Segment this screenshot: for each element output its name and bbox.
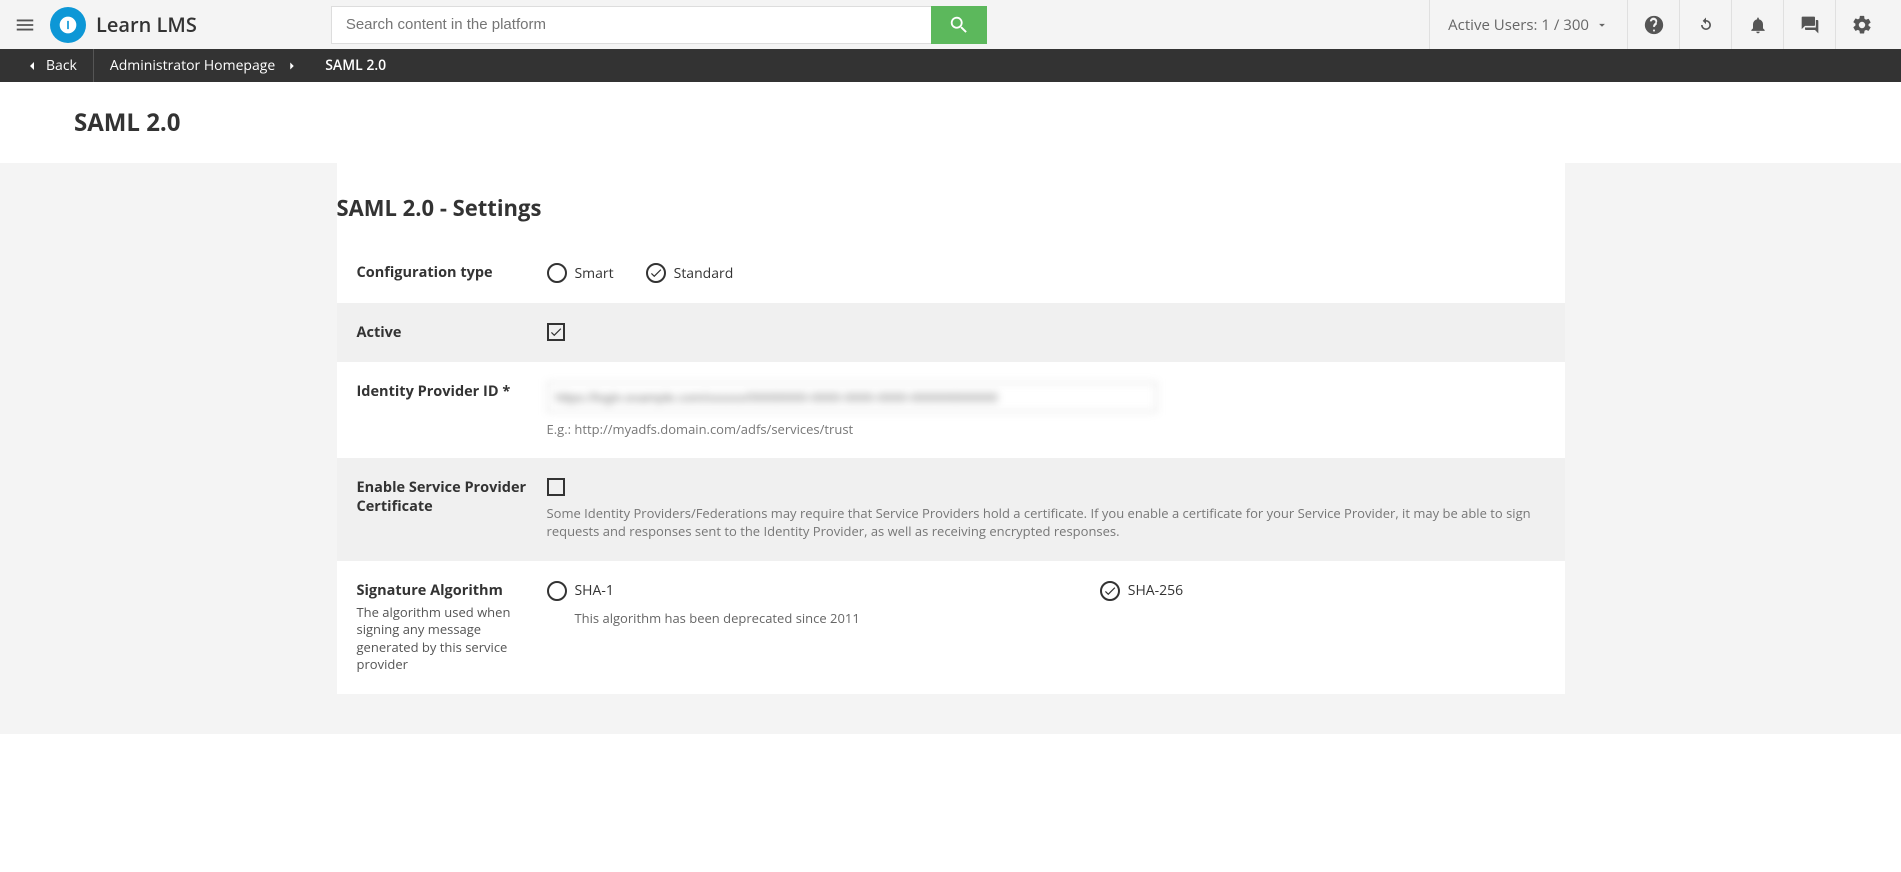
- radio-smart[interactable]: Smart: [547, 263, 614, 283]
- gear-icon[interactable]: [1835, 0, 1887, 49]
- radio-sha1-label: SHA-1: [575, 581, 614, 600]
- chevron-right-icon: [285, 59, 299, 73]
- row-sp-cert: Enable Service Provider Certificate Some…: [337, 458, 1565, 560]
- radio-sha256-label: SHA-256: [1128, 581, 1183, 600]
- sig-algo-help: The algorithm used when signing any mess…: [357, 604, 547, 674]
- radio-icon-checked: [1100, 581, 1120, 601]
- active-users-label: Active Users: 1 / 300: [1448, 15, 1589, 35]
- row-config-type: Configuration type Smart Standard: [337, 243, 1565, 303]
- main-content: SAML 2.0 - Settings Configuration type S…: [0, 163, 1901, 734]
- config-type-label: Configuration type: [357, 263, 547, 282]
- radio-standard-label: Standard: [674, 264, 734, 283]
- row-idp-id: Identity Provider ID * E.g.: http://myad…: [337, 362, 1565, 458]
- row-active: Active: [337, 303, 1565, 362]
- check-icon: [549, 325, 563, 339]
- breadcrumb: Back Administrator Homepage SAML 2.0: [0, 49, 1901, 82]
- sha1-deprecated-note: This algorithm has been deprecated since…: [575, 609, 860, 627]
- radio-icon-unchecked: [547, 263, 567, 283]
- search: [331, 6, 987, 44]
- menu-icon[interactable]: [14, 14, 36, 36]
- back-button[interactable]: Back: [24, 49, 94, 82]
- search-button[interactable]: [931, 6, 987, 44]
- idp-id-label: Identity Provider ID *: [357, 382, 547, 401]
- idp-id-example: E.g.: http://myadfs.domain.com/adfs/serv…: [547, 420, 1545, 438]
- logo[interactable]: Learn LMS: [50, 7, 197, 43]
- logo-text: Learn LMS: [96, 11, 197, 38]
- refresh-icon[interactable]: [1679, 0, 1731, 49]
- header-right: Active Users: 1 / 300: [1429, 0, 1887, 49]
- notifications-icon[interactable]: [1731, 0, 1783, 49]
- settings-panel: SAML 2.0 - Settings Configuration type S…: [337, 163, 1565, 694]
- page-title-bar: SAML 2.0: [0, 82, 1901, 163]
- active-label: Active: [357, 323, 547, 342]
- page-title: SAML 2.0: [74, 106, 1901, 139]
- logo-icon: [50, 7, 86, 43]
- search-input[interactable]: [331, 6, 931, 44]
- row-sig-algo: Signature Algorithm The algorithm used w…: [337, 561, 1565, 694]
- chevron-left-icon: [24, 58, 40, 74]
- radio-icon-unchecked: [547, 581, 567, 601]
- radio-smart-label: Smart: [575, 264, 614, 283]
- sp-cert-help: Some Identity Providers/Federations may …: [547, 504, 1545, 540]
- top-header: Learn LMS Active Users: 1 / 300: [0, 0, 1901, 49]
- sp-cert-label: Enable Service Provider Certificate: [357, 478, 547, 516]
- search-icon: [948, 14, 970, 36]
- breadcrumb-current: SAML 2.0: [325, 56, 386, 75]
- section-title: SAML 2.0 - Settings: [337, 163, 1565, 243]
- radio-icon-checked: [646, 263, 666, 283]
- chat-icon[interactable]: [1783, 0, 1835, 49]
- active-users-dropdown[interactable]: Active Users: 1 / 300: [1429, 0, 1627, 49]
- active-checkbox[interactable]: [547, 323, 565, 341]
- chevron-down-icon: [1595, 18, 1609, 32]
- radio-sha256[interactable]: SHA-256: [1100, 581, 1183, 601]
- radio-standard[interactable]: Standard: [646, 263, 734, 283]
- sig-algo-label: Signature Algorithm: [357, 581, 547, 600]
- breadcrumb-admin[interactable]: Administrator Homepage: [110, 56, 275, 75]
- radio-sha1[interactable]: SHA-1: [547, 581, 860, 601]
- idp-id-input[interactable]: [547, 382, 1157, 412]
- sp-cert-checkbox[interactable]: [547, 478, 565, 496]
- help-icon[interactable]: [1627, 0, 1679, 49]
- back-label: Back: [46, 56, 77, 75]
